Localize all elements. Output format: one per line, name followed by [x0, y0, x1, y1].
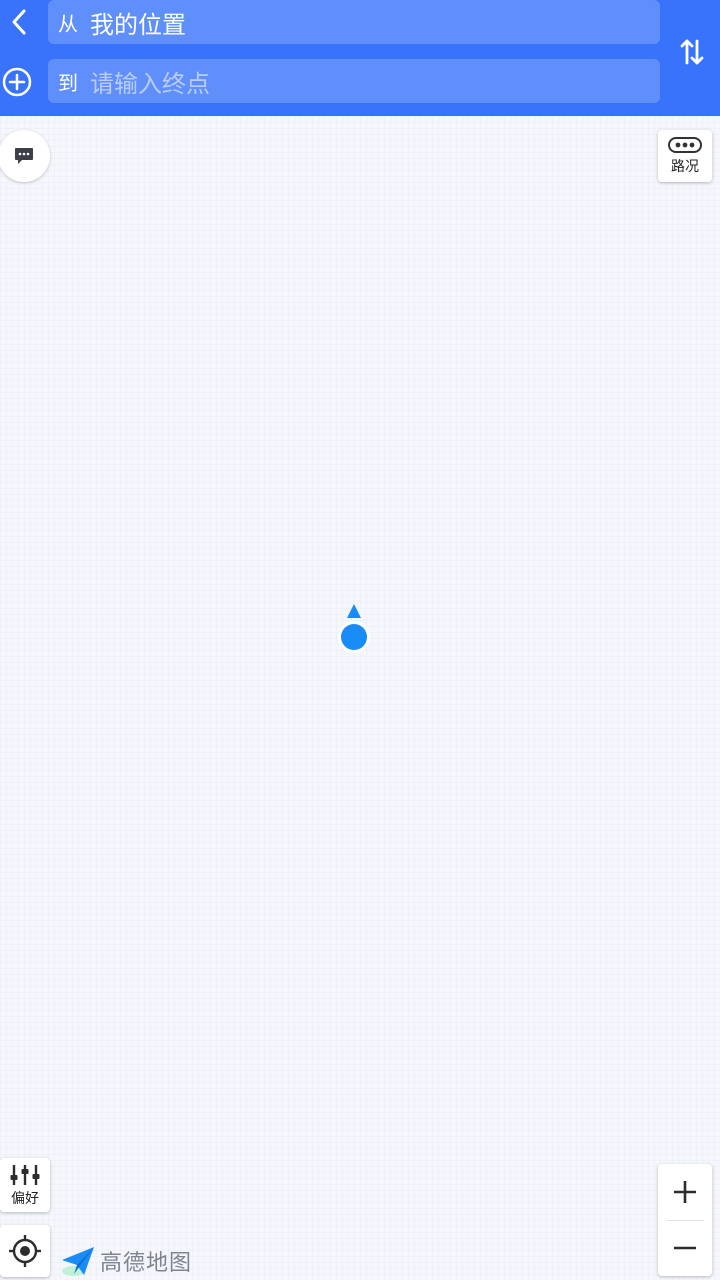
- map-canvas[interactable]: [0, 116, 720, 1280]
- chevron-left-icon: [12, 9, 26, 35]
- add-waypoint-button[interactable]: [0, 62, 34, 102]
- route-search-header: 从 我的位置 到 请输入终点: [0, 0, 720, 116]
- preference-button[interactable]: 偏好: [0, 1158, 50, 1212]
- origin-field[interactable]: 从 我的位置: [48, 0, 660, 44]
- origin-prefix: 从: [58, 11, 78, 36]
- minus-icon: [674, 1246, 696, 1250]
- back-button[interactable]: [2, 2, 36, 42]
- traffic-label: 路况: [671, 159, 699, 175]
- brand-text: 高德地图: [100, 1251, 193, 1276]
- swap-vertical-icon: [680, 39, 704, 65]
- zoom-in-button[interactable]: [658, 1164, 712, 1220]
- origin-value: 我的位置: [90, 10, 186, 39]
- locate-me-button[interactable]: [0, 1225, 50, 1277]
- swap-button[interactable]: [670, 30, 714, 74]
- plus-icon: [674, 1181, 696, 1203]
- zoom-control: [658, 1164, 712, 1276]
- traffic-light-icon: [668, 137, 702, 153]
- current-location-marker: [338, 604, 370, 653]
- destination-input[interactable]: 到 请输入终点: [48, 59, 660, 103]
- preference-label: 偏好: [11, 1190, 39, 1207]
- crosshair-icon: [9, 1235, 41, 1267]
- chat-bubble-icon: [15, 148, 33, 164]
- message-button[interactable]: [0, 130, 50, 182]
- amap-logo: 高德地图: [60, 1244, 192, 1278]
- sliders-icon: [10, 1164, 40, 1185]
- destination-placeholder: 请输入终点: [90, 69, 210, 98]
- destination-prefix: 到: [58, 70, 78, 95]
- traffic-toggle-button[interactable]: 路况: [658, 130, 712, 182]
- plus-circle-icon: [2, 67, 32, 97]
- zoom-out-button[interactable]: [658, 1220, 712, 1276]
- amap-paper-plane-icon: [62, 1247, 94, 1276]
